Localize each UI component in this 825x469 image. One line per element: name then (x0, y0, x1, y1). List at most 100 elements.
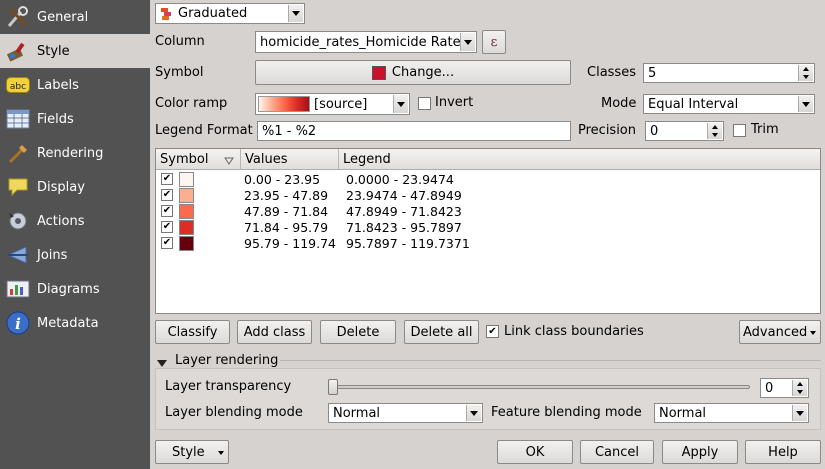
legend-format-value: %1 - %2 (262, 123, 317, 139)
invert-checkbox[interactable] (418, 97, 431, 110)
mode-combo[interactable]: Equal Interval (643, 94, 815, 114)
advanced-button[interactable]: Advanced (739, 320, 821, 344)
transparency-slider-track[interactable] (330, 385, 750, 389)
color-ramp-label: Color ramp (155, 96, 228, 111)
class-legend[interactable]: 23.9474 - 47.8949 (346, 188, 462, 203)
class-visible-checkbox[interactable]: ✔ (161, 205, 173, 217)
sidebar-item-label: Style (37, 43, 70, 59)
color-ramp-combo[interactable]: [source] (255, 93, 410, 115)
table-row[interactable]: ✔ 0.00 - 23.95 0.0000 - 23.9474 (156, 172, 820, 188)
help-button[interactable]: Help (745, 440, 821, 464)
rendering-icon (5, 142, 31, 164)
class-symbol-swatch[interactable] (179, 220, 194, 235)
spin-arrows-icon[interactable] (707, 123, 722, 139)
sidebar-item-metadata[interactable]: i Metadata (0, 306, 150, 340)
delete-button[interactable]: Delete (320, 320, 396, 344)
class-values[interactable]: 0.00 - 23.95 (244, 172, 320, 187)
column-header-legend[interactable]: Legend (339, 149, 822, 169)
class-values[interactable]: 23.95 - 47.89 (244, 188, 328, 203)
transparency-slider-handle[interactable] (328, 379, 338, 395)
sidebar-item-actions[interactable]: Actions (0, 204, 150, 238)
labels-icon: abc (5, 74, 31, 96)
sidebar-item-display[interactable]: Display (0, 170, 150, 204)
graduated-icon (161, 8, 173, 23)
apply-button[interactable]: Apply (662, 440, 738, 464)
renderer-type-value: Graduated (178, 6, 248, 21)
style-icon (5, 40, 31, 62)
class-symbol-swatch[interactable] (179, 172, 194, 187)
class-values[interactable]: 71.84 - 95.79 (244, 220, 328, 235)
column-header-symbol[interactable]: Symbol (156, 149, 241, 169)
link-boundaries-label: Link class boundaries (504, 324, 644, 339)
layer-blending-combo[interactable]: Normal (328, 403, 483, 423)
renderer-type-combo[interactable]: Graduated (155, 3, 305, 24)
sidebar-item-style[interactable]: Style (0, 34, 150, 68)
layer-blending-label: Layer blending mode (165, 405, 303, 420)
class-legend[interactable]: 47.8949 - 71.8423 (346, 204, 462, 219)
transparency-spinbox[interactable]: 0 (760, 378, 809, 398)
symbol-label: Symbol (155, 65, 204, 80)
svg-text:i: i (15, 315, 21, 333)
delete-all-button[interactable]: Delete all (404, 320, 479, 344)
ok-button[interactable]: OK (497, 440, 573, 464)
joins-icon (5, 244, 31, 266)
sidebar-item-label: Labels (37, 77, 79, 93)
legend-format-input[interactable]: %1 - %2 (257, 121, 571, 141)
change-symbol-label: Change... (391, 65, 455, 80)
sidebar: General Style abc Labels Fields Renderin… (0, 0, 150, 469)
class-legend[interactable]: 71.8423 - 95.7897 (346, 220, 462, 235)
classes-table[interactable]: Symbol Values Legend ✔ 0.00 - 23.95 0.00… (155, 148, 821, 314)
classes-label: Classes (587, 65, 636, 80)
table-row[interactable]: ✔ 23.95 - 47.89 23.9474 - 47.8949 (156, 188, 820, 204)
column-value: homicide_rates_Homicide Rate (260, 34, 461, 50)
precision-spinbox[interactable]: 0 (645, 121, 724, 141)
class-visible-checkbox[interactable]: ✔ (161, 221, 173, 233)
sidebar-item-fields[interactable]: Fields (0, 102, 150, 136)
sidebar-item-joins[interactable]: Joins (0, 238, 150, 272)
svg-text:abc: abc (10, 82, 26, 92)
sidebar-item-rendering[interactable]: Rendering (0, 136, 150, 170)
sort-indicator-icon (224, 154, 234, 169)
classes-value: 5 (648, 65, 657, 81)
sidebar-item-label: Rendering (37, 145, 104, 161)
column-header-values[interactable]: Values (241, 149, 339, 169)
sidebar-item-general[interactable]: General (0, 0, 150, 34)
sidebar-item-labels[interactable]: abc Labels (0, 68, 150, 102)
sidebar-item-label: Diagrams (37, 281, 100, 297)
table-row[interactable]: ✔ 71.84 - 95.79 71.8423 - 95.7897 (156, 220, 820, 236)
class-values[interactable]: 95.79 - 119.74 (244, 236, 336, 251)
column-combo[interactable]: homicide_rates_Homicide Rate (255, 31, 477, 53)
sidebar-item-label: Fields (37, 111, 74, 127)
fields-icon (5, 108, 31, 130)
table-row[interactable]: ✔ 47.89 - 71.84 47.8949 - 71.8423 (156, 204, 820, 220)
add-class-button[interactable]: Add class (237, 320, 312, 344)
cancel-button[interactable]: Cancel (580, 440, 654, 464)
classify-button[interactable]: Classify (155, 320, 230, 344)
classes-spinbox[interactable]: 5 (643, 63, 815, 83)
class-symbol-swatch[interactable] (179, 204, 194, 219)
spin-arrows-icon[interactable] (792, 380, 807, 396)
class-symbol-swatch[interactable] (179, 188, 194, 203)
precision-value: 0 (650, 123, 659, 139)
spin-arrows-icon[interactable] (798, 65, 813, 81)
link-boundaries-checkbox[interactable]: ✔ (486, 325, 499, 338)
class-legend[interactable]: 95.7897 - 119.7371 (346, 236, 470, 251)
layer-rendering-title: Layer rendering (175, 353, 279, 368)
change-symbol-button[interactable]: Change... (255, 60, 571, 85)
class-symbol-swatch[interactable] (179, 236, 194, 251)
class-visible-checkbox[interactable]: ✔ (161, 237, 173, 249)
trim-checkbox[interactable] (733, 124, 746, 137)
table-header: Symbol Values Legend (156, 149, 820, 170)
feature-blending-combo[interactable]: Normal (654, 403, 809, 423)
precision-label: Precision (578, 123, 637, 138)
class-values[interactable]: 47.89 - 71.84 (244, 204, 328, 219)
class-visible-checkbox[interactable]: ✔ (161, 173, 173, 185)
style-menu-button[interactable]: Style (155, 440, 229, 464)
sidebar-item-diagrams[interactable]: Diagrams (0, 272, 150, 306)
feature-blending-value: Normal (659, 405, 707, 421)
class-visible-checkbox[interactable]: ✔ (161, 189, 173, 201)
expression-button[interactable]: ε (482, 30, 506, 54)
table-row[interactable]: ✔ 95.79 - 119.74 95.7897 - 119.7371 (156, 236, 820, 252)
chevron-down-icon (288, 5, 303, 22)
class-legend[interactable]: 0.0000 - 23.9474 (346, 172, 454, 187)
